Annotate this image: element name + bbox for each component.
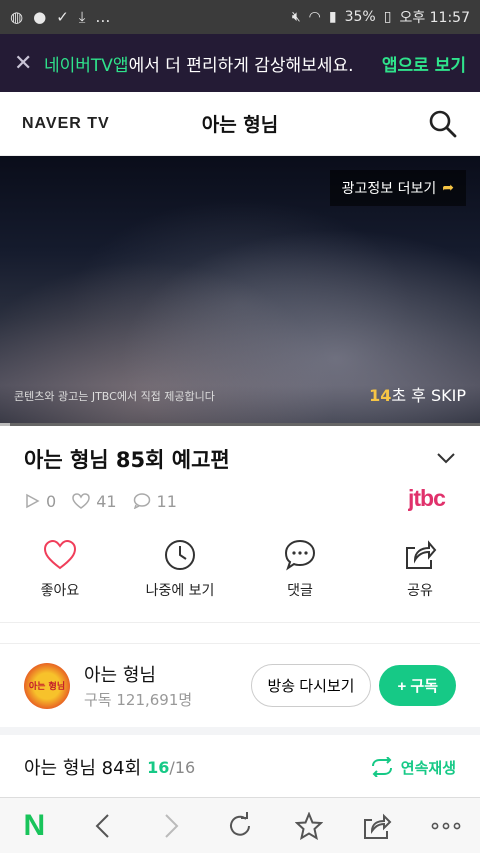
bookmark-button[interactable]	[285, 802, 333, 850]
playlist-row[interactable]: 아는 형님 84회 16 /16 연속재생	[0, 735, 480, 799]
subscriber-count: 구독 121,691명	[84, 691, 193, 709]
share-arrow-icon: ➦	[442, 180, 454, 196]
comment-count-value: 11	[156, 491, 177, 511]
channel-text: 아는 형님 구독 121,691명	[84, 661, 192, 710]
notification-icons: ◍ ● ✓ ⤓ …	[10, 8, 110, 26]
download-icon: ⤓	[78, 8, 86, 26]
naver-tv-logo[interactable]: NAVER TV	[22, 115, 110, 133]
chevron-right-icon	[165, 813, 179, 838]
playlist-total: /16	[169, 757, 196, 777]
chevron-left-icon	[95, 813, 109, 838]
check-icon: ✓	[56, 8, 69, 26]
play-icon	[26, 493, 40, 509]
autoplay-toggle[interactable]: 연속재생	[369, 757, 456, 778]
clip-stats: 0 41 11 jtbc	[24, 485, 456, 517]
wifi-icon: ◠	[308, 9, 321, 25]
share-icon	[406, 540, 437, 569]
action-bar: 좋아요 나중에 보기 댓글 공유	[0, 516, 480, 623]
playlist-title: 아는 형님 84회	[24, 758, 142, 779]
chevron-down-icon[interactable]	[436, 448, 456, 468]
comment-count: 11	[133, 492, 177, 511]
battery-icon: ▯	[383, 9, 392, 25]
clock: 오후 11:57	[399, 10, 470, 26]
like-count: 41	[72, 491, 117, 511]
jtbc-logo[interactable]: jtbc	[407, 485, 456, 517]
search-button[interactable]	[428, 109, 458, 139]
ad-info-button[interactable]: 광고정보 더보기 ➦	[329, 170, 466, 206]
ad-info-label: 광고정보 더보기	[341, 181, 437, 197]
banner-text: 에서 더 편리하게 감상해보세요.	[128, 55, 354, 76]
skip-seconds: 14	[369, 386, 392, 405]
playlist-current: 16	[147, 757, 170, 777]
more-notifications-icon: …	[95, 8, 111, 26]
status-bar: ◍ ● ✓ ⤓ … 🔇︎ ◠ ▮ 35% ▯ 오후 11:57	[0, 0, 480, 34]
comments-label: 댓글	[287, 583, 313, 599]
like-label: 좋아요	[40, 583, 80, 599]
play-count-value: 0	[46, 491, 57, 511]
chat-icon: ◍	[10, 8, 24, 26]
more-dots-icon	[431, 822, 461, 829]
talk-icon: ●	[33, 8, 47, 26]
skip-label: 초 후 SKIP	[391, 386, 466, 405]
site-header: NAVER TV 아는 형님	[0, 92, 480, 156]
provider-notice: 콘텐츠와 광고는 JTBC에서 직접 제공합니다	[14, 390, 215, 403]
star-icon	[294, 811, 323, 840]
autoplay-label: 연속재생	[400, 758, 456, 777]
share-button[interactable]: 공유	[360, 538, 480, 600]
clip-title: 아는 형님 85회 예고편	[24, 448, 230, 472]
channel-avatar[interactable]: 아는 형님	[24, 662, 70, 709]
like-count-value: 41	[96, 491, 117, 511]
heart-icon	[43, 539, 77, 570]
jtbc-logo-mark: jtbc	[407, 485, 447, 511]
open-app-link[interactable]: 앱으로 보기	[382, 51, 466, 76]
comment-icon	[284, 539, 316, 571]
clock-icon	[165, 540, 195, 570]
jtbc-logo-text: jtbc	[408, 485, 446, 511]
video-player[interactable]: 광고정보 더보기 ➦ 콘텐츠와 광고는 JTBC에서 직접 제공합니다 14초 …	[0, 156, 480, 426]
skip-countdown[interactable]: 14초 후 SKIP	[369, 382, 466, 406]
signal-icon: ▮	[328, 9, 337, 25]
forward-button[interactable]	[147, 802, 195, 850]
comments-button[interactable]: 댓글	[240, 538, 360, 600]
share-page-button[interactable]	[353, 802, 401, 850]
app-promo-banner: ✕ 네이버TV앱에서 더 편리하게 감상해보세요. 앱으로 보기	[0, 34, 480, 92]
channel-avatar-text: 아는 형님	[28, 682, 66, 692]
share-icon	[364, 813, 392, 839]
banner-message: 네이버TV앱에서 더 편리하게 감상해보세요.	[44, 51, 354, 76]
mute-icon: 🔇︎	[291, 9, 301, 25]
clip-info: 아는 형님 85회 예고편 0 41 11 jtbc	[0, 426, 480, 516]
browser-toolbar: N	[0, 797, 480, 853]
watch-later-button[interactable]: 나중에 보기	[120, 538, 240, 600]
repeat-icon	[371, 757, 392, 777]
comment-icon	[133, 493, 150, 509]
refresh-icon	[230, 811, 250, 836]
channel-name[interactable]: 아는 형님	[84, 661, 192, 687]
refresh-button[interactable]	[216, 802, 264, 850]
play-count: 0	[24, 492, 56, 511]
battery-level: 35%	[344, 9, 376, 25]
channel-row: 아는 형님 아는 형님 구독 121,691명 방송 다시보기 + 구독	[0, 643, 480, 735]
like-button[interactable]: 좋아요	[0, 538, 120, 600]
replay-broadcast-button[interactable]: 방송 다시보기	[250, 664, 372, 707]
banner-highlight: 네이버TV앱	[44, 55, 129, 76]
heart-icon	[72, 493, 90, 509]
back-button[interactable]	[79, 802, 127, 850]
subscribe-button[interactable]: + 구독	[379, 665, 456, 706]
search-icon	[429, 110, 457, 137]
share-label: 공유	[407, 583, 433, 599]
close-banner-button[interactable]: ✕	[14, 51, 40, 76]
more-menu-button[interactable]	[422, 802, 470, 850]
naver-home-button[interactable]: N	[10, 802, 58, 850]
watch-later-label: 나중에 보기	[145, 583, 215, 599]
